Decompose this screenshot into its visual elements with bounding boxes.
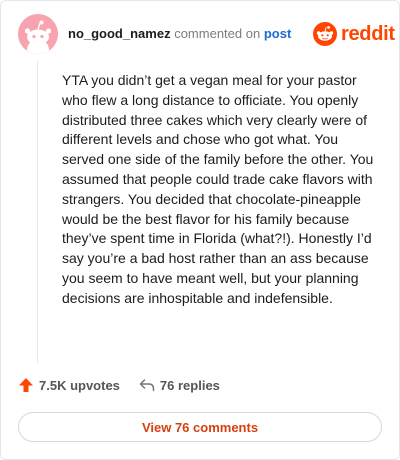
upvote-count: 7.5K upvotes bbox=[39, 377, 120, 393]
reddit-wordmark: reddit bbox=[341, 22, 395, 45]
comment-header: no_good_namez commented on post bbox=[68, 26, 291, 42]
comment-card: no_good_namez commented on post reddit Y… bbox=[0, 0, 400, 460]
reddit-logo-icon bbox=[313, 22, 337, 46]
comment-stats: 7.5K upvotes 76 replies bbox=[18, 377, 220, 393]
post-link[interactable]: post bbox=[264, 26, 291, 41]
view-comments-button[interactable]: View 76 comments bbox=[18, 412, 382, 442]
replies-count: 76 replies bbox=[159, 377, 220, 393]
user-avatar-icon[interactable] bbox=[18, 14, 58, 54]
upvote-arrow-icon bbox=[19, 378, 33, 392]
commented-on-text: commented on bbox=[174, 26, 261, 41]
thread-line bbox=[37, 61, 38, 363]
reddit-logo[interactable]: reddit bbox=[313, 21, 395, 47]
reply-arrow-icon bbox=[139, 379, 155, 392]
upvote-button[interactable]: 7.5K upvotes bbox=[18, 377, 120, 393]
username[interactable]: no_good_namez bbox=[68, 26, 171, 41]
comment-body: YTA you didn’t get a vegan meal for your… bbox=[62, 72, 374, 306]
replies-button[interactable]: 76 replies bbox=[139, 378, 220, 393]
